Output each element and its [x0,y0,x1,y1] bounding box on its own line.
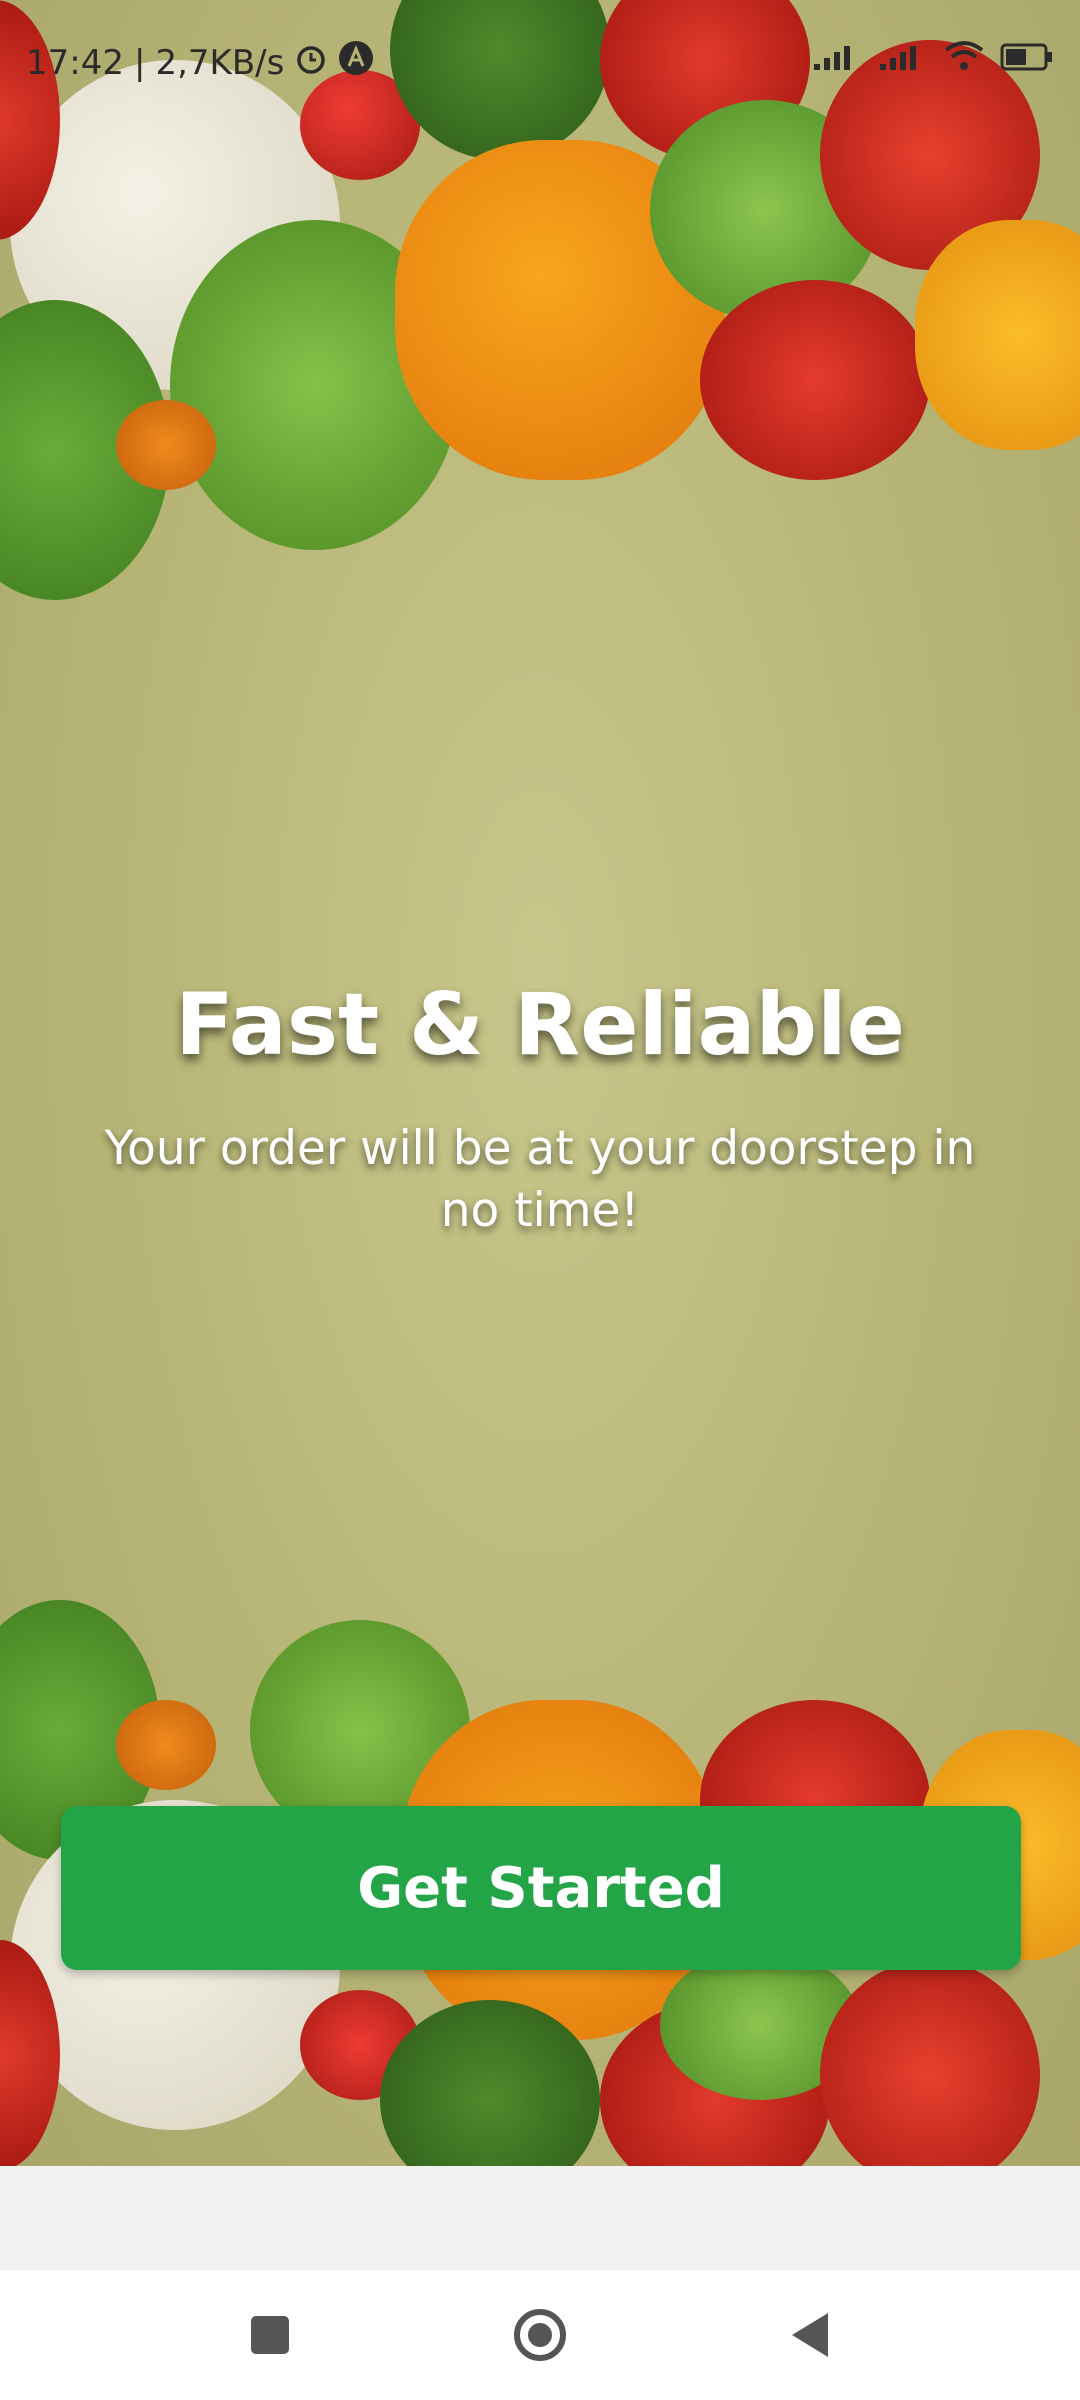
recents-button[interactable] [240,2305,300,2365]
onboarding-title: Fast & Reliable [175,975,905,1075]
get-started-button[interactable]: Get Started [61,1806,1021,1970]
status-time: 17:42 [26,42,124,83]
status-bar: 17:42 | 2,7KB/s [0,0,1080,120]
onboarding-subtitle: Your order will be at your doorstep in n… [104,1121,976,1238]
wifi-icon [944,40,984,81]
network-speed: 2,7KB/s [155,42,285,83]
alarm-icon [294,41,328,84]
cherry-tomato-decoration [116,400,216,490]
tomato-decoration [700,280,930,480]
cherry-tomato-decoration [116,1700,216,1790]
back-button[interactable] [780,2305,840,2365]
signal-icon-2 [878,41,928,81]
back-triangle-icon [792,2313,828,2357]
onboarding-screen: 17:42 | 2,7KB/s Fast & Reliable Your ord… [0,0,1080,2400]
a-icon [338,40,374,85]
system-navigation-bar [0,2270,1080,2400]
status-separator: | [133,42,146,83]
home-button[interactable] [510,2305,570,2365]
recents-square-icon [251,2316,289,2354]
status-right [812,40,1054,81]
home-circle-icon [514,2309,566,2361]
tomato-decoration [820,1960,1040,2166]
status-left: 17:42 | 2,7KB/s [26,40,374,85]
bell-pepper-decoration [915,220,1080,450]
battery-icon [1000,41,1054,81]
signal-icon [812,41,862,81]
